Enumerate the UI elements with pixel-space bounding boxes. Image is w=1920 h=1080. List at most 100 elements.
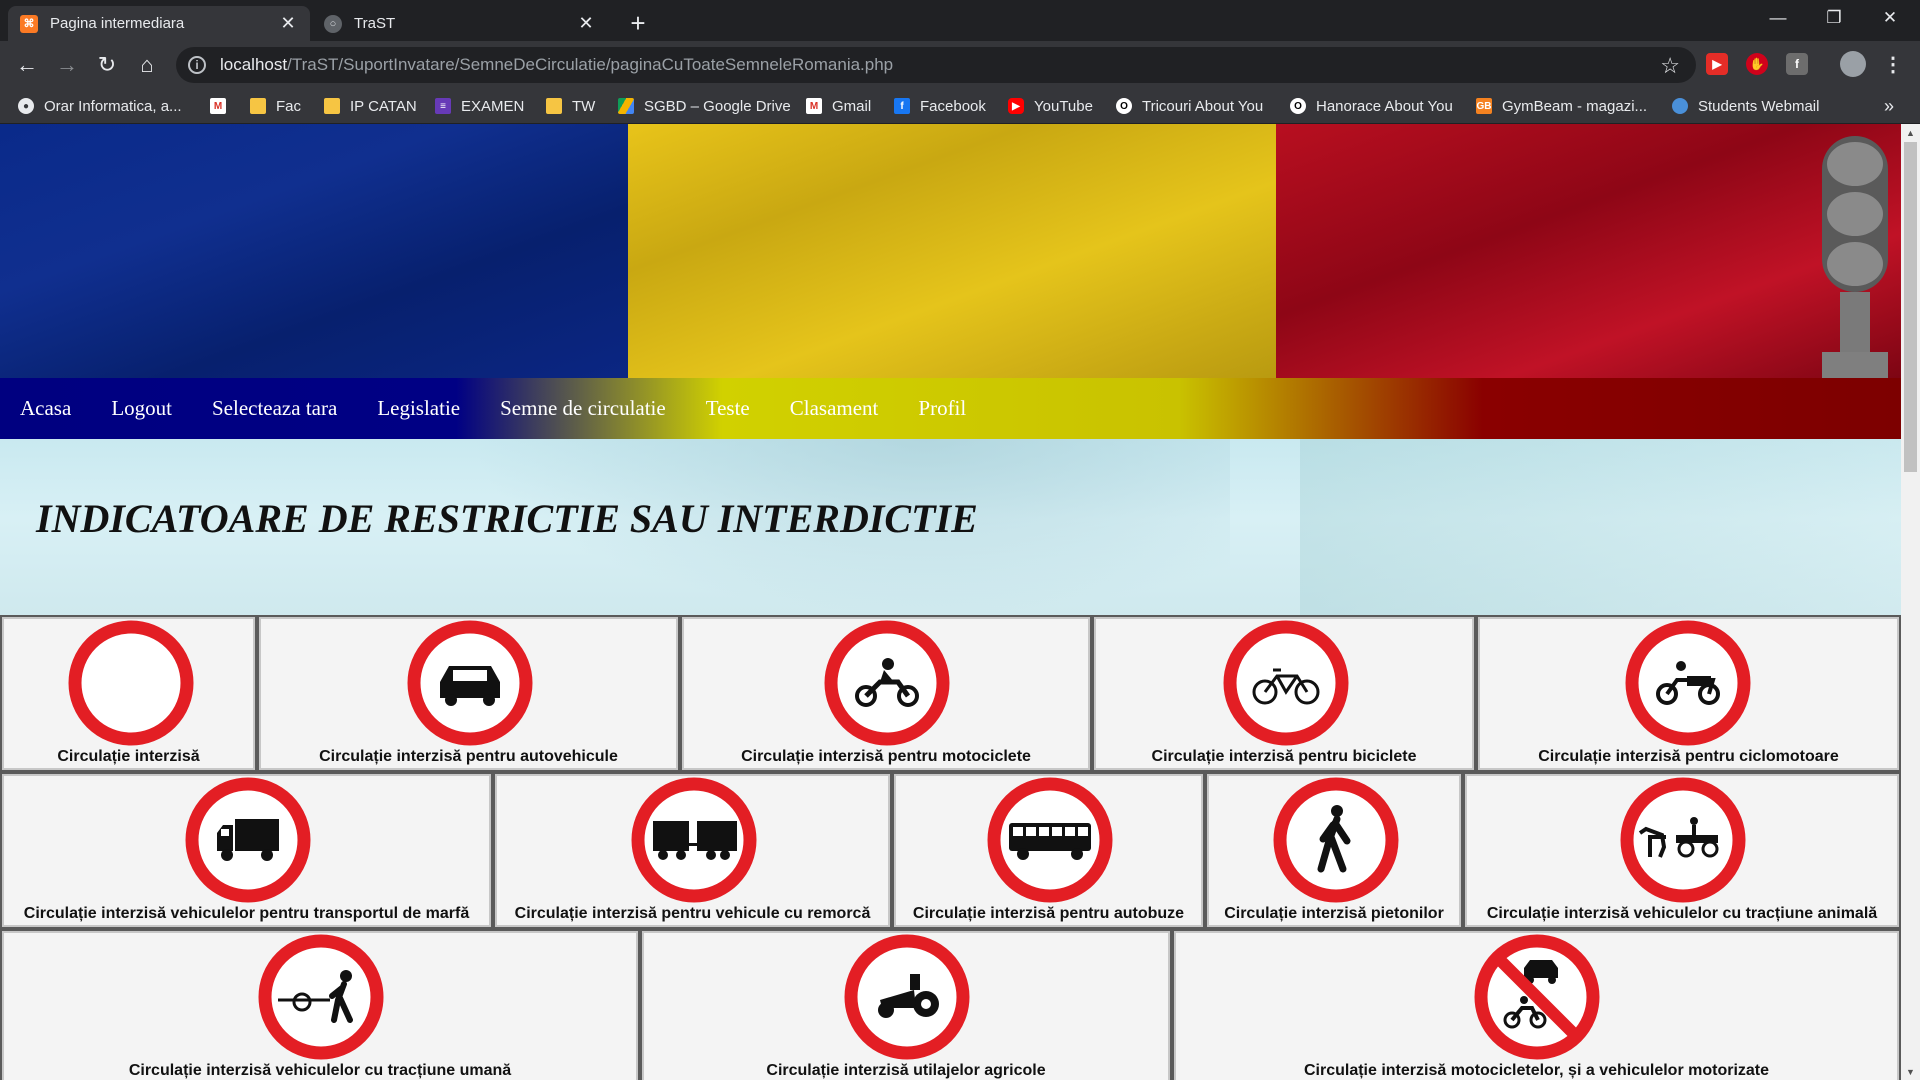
adblock-icon[interactable]: ✋ — [1746, 53, 1768, 75]
nav-selecteaza-tara[interactable]: Selecteaza tara — [212, 396, 337, 421]
bookmark-star-icon[interactable]: ☆ — [1660, 53, 1680, 79]
sign-card[interactable]: Circulație interzisă utilajelor agricole — [642, 931, 1170, 1080]
close-window-icon[interactable]: ✕ — [1862, 0, 1918, 36]
nav-acasa[interactable]: Acasa — [20, 396, 71, 421]
no-trailers-sign-icon — [631, 777, 757, 903]
sign-card[interactable]: Circulație interzisă pentru autovehicule — [259, 617, 678, 770]
bookmark-youtube[interactable]: ▶ YouTube — [1008, 89, 1093, 123]
scroll-down-arrow-icon[interactable]: ▼ — [1901, 1063, 1920, 1080]
site-info-icon[interactable]: i — [188, 56, 206, 74]
sign-caption: Circulație interzisă pentru autobuze — [912, 905, 1185, 922]
extension-red-play-icon[interactable]: ▶ — [1706, 53, 1728, 75]
hero-section: INDICATOARE DE RESTRICTIE SAU INTERDICTI… — [0, 439, 1901, 615]
sign-caption: Circulație interzisă motocicletelor, și … — [1303, 1062, 1770, 1079]
nav-teste[interactable]: Teste — [706, 396, 750, 421]
home-icon[interactable]: ⌂ — [132, 50, 162, 80]
tab-strip: ⌘ Pagina intermediara ✕ ○ TraST ✕ + — ❐ … — [0, 0, 1920, 41]
grass-background — [1300, 439, 1901, 615]
bookmark-students-webmail[interactable]: Students Webmail — [1672, 89, 1819, 123]
sign-card[interactable]: Circulație interzisă pentru autobuze — [894, 774, 1203, 927]
globe-icon: ○ — [324, 14, 342, 33]
bookmark-gymbeam[interactable]: GB GymBeam - magazi... — [1476, 89, 1647, 123]
browser-toolbar: ← → ↻ ⌂ i localhost/TraST/SuportInvatare… — [0, 41, 1920, 89]
sign-caption: Circulație interzisă pentru biciclete — [1151, 748, 1417, 765]
nav-logout[interactable]: Logout — [111, 396, 172, 421]
back-arrow-icon[interactable]: ← — [12, 50, 42, 80]
bookmark-orar[interactable]: ● Orar Informatica, a... — [18, 89, 182, 123]
nav-clasament[interactable]: Clasament — [790, 396, 879, 421]
bookmark-folder-fac[interactable]: Fac — [250, 89, 301, 123]
bookmark-gmail-1[interactable]: M — [210, 89, 236, 123]
sign-card[interactable]: Circulație interzisă vehiculelor cu trac… — [1465, 774, 1899, 927]
no-pedestrians-sign-icon — [1273, 777, 1399, 903]
no-cars-sign-icon — [407, 620, 533, 746]
tab-title: Pagina intermediara — [50, 15, 185, 32]
bookmark-folder-ip-catan[interactable]: IP CATAN — [324, 89, 417, 123]
sign-card[interactable]: Circulație interzisă pentru ciclomotoare — [1478, 617, 1899, 770]
sign-caption: Circulație interzisă vehiculelor cu trac… — [1486, 905, 1878, 922]
close-tab-icon[interactable]: ✕ — [576, 13, 596, 34]
no-tractors-sign-icon — [844, 934, 970, 1060]
forward-arrow-icon[interactable]: → — [52, 50, 82, 80]
sign-caption: Circulație interzisă pentru autovehicule — [319, 748, 618, 765]
aboutyou-icon: O — [1290, 98, 1306, 114]
tab-pagina-intermediara[interactable]: ⌘ Pagina intermediara ✕ — [8, 6, 310, 41]
sign-card[interactable]: Circulație interzisă vehiculelor cu trac… — [2, 931, 638, 1080]
google-drive-icon — [618, 98, 634, 114]
nav-semne-de-circulatie[interactable]: Semne de circulatie — [500, 396, 666, 421]
bookmarks-bar: ● Orar Informatica, a... M Fac IP CATAN ≡… — [0, 89, 1920, 124]
flag-red-stripe — [1276, 124, 1901, 378]
page-viewport: Acasa Logout Selecteaza tara Legislatie … — [0, 124, 1901, 1080]
restore-icon[interactable]: ❐ — [1806, 0, 1862, 36]
traffic-light-lamp — [1827, 142, 1883, 186]
scroll-up-arrow-icon[interactable]: ▲ — [1901, 124, 1920, 141]
scrollbar-thumb[interactable] — [1904, 142, 1917, 472]
no-traffic-sign-icon — [68, 620, 194, 746]
folder-icon — [324, 98, 340, 114]
bookmark-gmail[interactable]: M Gmail — [806, 89, 871, 123]
forms-icon: ≡ — [435, 98, 451, 114]
nav-profil[interactable]: Profil — [918, 396, 966, 421]
minimize-icon[interactable]: — — [1750, 0, 1806, 36]
no-handcarts-sign-icon — [258, 934, 384, 1060]
menu-kebab-icon[interactable]: ⋮ — [1882, 53, 1904, 76]
sign-caption: Circulație interzisă pentru vehicule cu … — [514, 905, 871, 922]
bookmark-sgbd-drive[interactable]: SGBD – Google Drive — [618, 89, 791, 123]
more-bookmarks-icon[interactable]: » — [1884, 89, 1894, 123]
flag-banner — [0, 124, 1901, 378]
sign-card[interactable]: Circulație interzisă pentru vehicule cu … — [495, 774, 890, 927]
sign-card[interactable]: Circulație interzisă motocicletelor, și … — [1174, 931, 1899, 1080]
bookmark-folder-tw[interactable]: TW — [546, 89, 595, 123]
reload-icon[interactable]: ↻ — [92, 50, 122, 80]
page-title: INDICATOARE DE RESTRICTIE SAU INTERDICTI… — [36, 496, 978, 541]
bookmark-facebook[interactable]: f Facebook — [894, 89, 986, 123]
bookmark-hanorace[interactable]: O Hanorace About You — [1290, 89, 1453, 123]
tab-title: TraST — [354, 15, 396, 32]
facebook-extension-icon[interactable]: f — [1786, 53, 1808, 75]
tab-trast[interactable]: ○ TraST ✕ — [312, 6, 608, 41]
no-trucks-sign-icon — [185, 777, 311, 903]
close-tab-icon[interactable]: ✕ — [278, 13, 298, 34]
no-motorcycles-sign-icon — [824, 620, 950, 746]
signs-grid: Circulație interzisă Circulație interzis… — [0, 615, 1901, 1080]
sign-caption: Circulație interzisă pentru ciclomotoare — [1538, 748, 1839, 765]
profile-avatar[interactable] — [1840, 51, 1866, 77]
sign-card[interactable]: Circulație interzisă pietonilor — [1207, 774, 1461, 927]
bookmark-examen[interactable]: ≡ EXAMEN — [435, 89, 524, 123]
no-motor-vehicles-sign-icon — [1474, 934, 1600, 1060]
traffic-light-pole — [1840, 292, 1870, 352]
sign-caption: Circulație interzisă pentru motociclete — [741, 748, 1031, 765]
sign-card[interactable]: Circulație interzisă pentru biciclete — [1094, 617, 1474, 770]
sign-card[interactable]: Circulație interzisă — [2, 617, 255, 770]
url-text: localhost/TraST/SuportInvatare/SemneDeCi… — [220, 55, 894, 74]
youtube-icon: ▶ — [1008, 98, 1024, 114]
address-bar[interactable]: i localhost/TraST/SuportInvatare/SemneDe… — [176, 47, 1696, 83]
bookmark-tricouri[interactable]: O Tricouri About You — [1116, 89, 1263, 123]
nav-legislatie[interactable]: Legislatie — [377, 396, 460, 421]
new-tab-button[interactable]: + — [624, 8, 652, 38]
page-scrollbar[interactable]: ▲ ▼ — [1901, 124, 1920, 1080]
sign-card[interactable]: Circulație interzisă pentru motociclete — [682, 617, 1090, 770]
sign-card[interactable]: Circulație interzisă vehiculelor pentru … — [2, 774, 491, 927]
facebook-icon: f — [894, 98, 910, 114]
flag-blue-stripe — [0, 124, 628, 378]
